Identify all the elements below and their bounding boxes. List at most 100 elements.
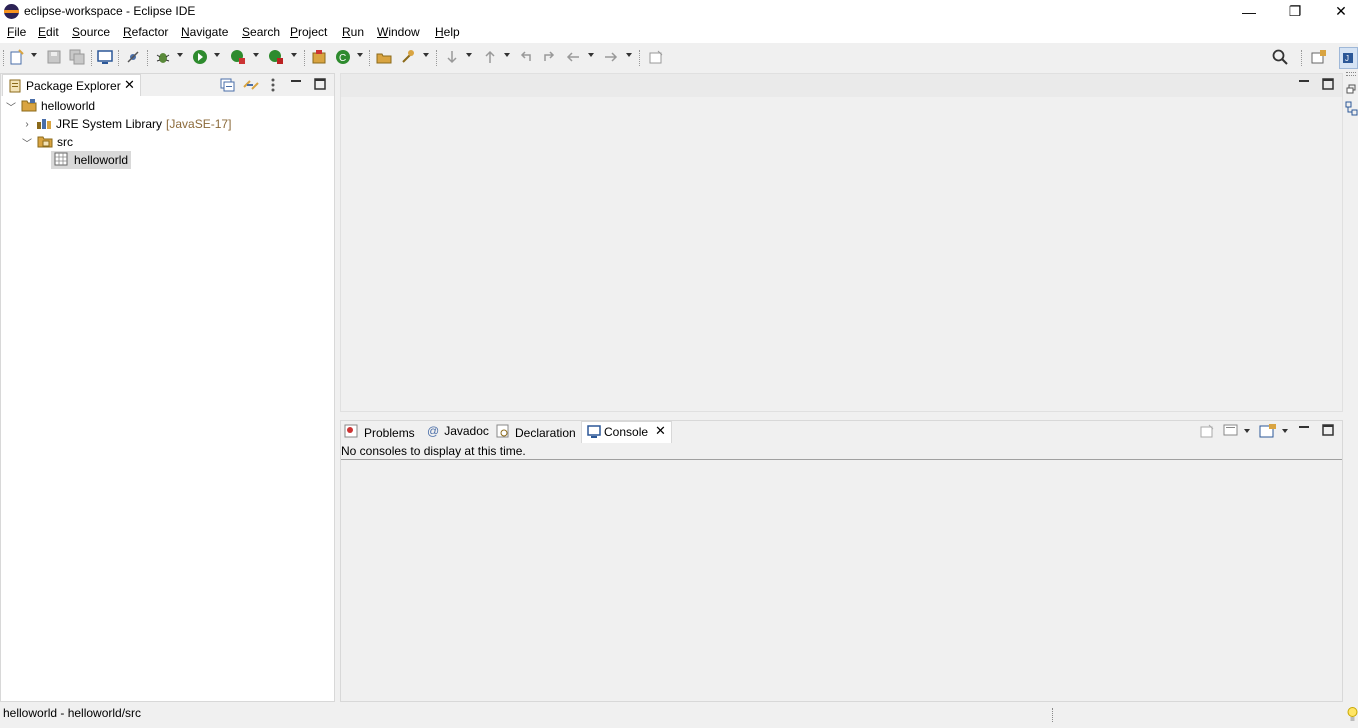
toolbar-separator [369,50,370,66]
menu-window[interactable]: Window [377,25,420,39]
menu-source[interactable]: Source [72,25,110,39]
new-java-class-icon[interactable]: C [334,48,352,66]
close-icon[interactable]: ✕ [124,77,135,93]
next-annotation-dropdown-arrow[interactable] [466,53,472,57]
console-icon [587,425,601,442]
display-selected-console-icon[interactable] [1223,423,1239,442]
menu-file[interactable]: File [7,25,26,39]
menu-edit[interactable]: Edit [38,25,59,39]
menu-project[interactable]: Project [290,25,327,39]
save-icon[interactable] [45,48,63,66]
back-icon[interactable] [564,48,582,66]
new-dropdown-arrow[interactable] [31,53,37,57]
tab-declaration[interactable]: Declaration [496,424,576,441]
menu-bar: File Edit Source Refactor Navigate Searc… [0,23,1358,43]
run-dropdown-arrow[interactable] [214,53,220,57]
collapse-all-icon[interactable] [220,77,236,96]
lightbulb-icon[interactable] [1347,706,1358,727]
restore-stack-icon[interactable] [1346,83,1356,97]
tree-item-src[interactable]: ﹀ src [21,133,73,151]
menu-refactor[interactable]: Refactor [123,25,168,39]
new-java-project-icon[interactable] [310,48,328,66]
pin-editor-icon[interactable] [647,48,665,66]
search-tool-icon[interactable] [399,48,417,66]
src-label: src [57,135,73,149]
menu-help[interactable]: Help [435,25,460,39]
open-console-dropdown-arrow[interactable] [1282,429,1288,433]
toolbar-separator [118,50,119,66]
search-icon[interactable] [1271,48,1289,66]
minimize-view-button[interactable] [1298,422,1310,437]
maximize-view-button[interactable] [314,78,326,93]
menu-search[interactable]: Search [242,25,280,39]
menu-run[interactable]: Run [342,25,364,39]
trim-grip [1346,72,1356,76]
problems-tab-label: Problems [364,425,415,440]
package-explorer-tabbar: Package Explorer ✕ [1,74,334,96]
previous-annotation-icon[interactable] [481,48,499,66]
pin-console-icon[interactable] [1199,423,1215,442]
outline-icon[interactable] [1345,101,1358,120]
toolbar-separator [436,50,437,66]
save-all-icon[interactable] [68,48,86,66]
previous-annotation-dropdown-arrow[interactable] [504,53,510,57]
close-icon[interactable]: ✕ [655,423,666,439]
search-tool-dropdown-arrow[interactable] [423,53,429,57]
close-window-button[interactable]: ✕ [1318,0,1358,23]
package-explorer-tab-label: Package Explorer [26,79,121,93]
toolbar-separator [639,50,640,66]
forward-dropdown-arrow[interactable] [626,53,632,57]
open-perspective-icon[interactable] [1310,48,1328,66]
jre-label: JRE System Library [56,117,163,131]
coverage-dropdown-arrow[interactable] [253,53,259,57]
external-tools-dropdown-arrow[interactable] [291,53,297,57]
tree-item-project[interactable]: ﹀ helloworld [5,97,95,115]
run-icon[interactable] [191,48,209,66]
minimize-editor-button[interactable] [1298,76,1310,91]
status-bar: helloworld - helloworld/src [0,703,1358,728]
chevron-right-icon[interactable]: › [21,119,33,130]
tree-item-package[interactable]: helloworld [51,151,132,169]
skip-breakpoints-icon[interactable] [124,48,142,66]
menu-navigate[interactable]: Navigate [181,25,228,39]
package-label: helloworld [74,153,129,167]
debug-icon[interactable] [154,48,172,66]
link-with-editor-icon[interactable] [242,77,260,96]
open-type-icon[interactable] [375,48,393,66]
tree-item-jre[interactable]: › JRE System Library [JavaSE-17] [21,115,231,133]
declaration-tab-label: Declaration [515,425,576,440]
tab-package-explorer[interactable]: Package Explorer ✕ [2,74,141,96]
open-console-icon[interactable] [96,48,114,66]
coverage-icon[interactable] [229,48,247,66]
chevron-down-icon[interactable]: ﹀ [5,99,17,114]
new-class-dropdown-arrow[interactable] [357,53,363,57]
tab-javadoc[interactable]: @ Javadoc [427,424,489,438]
java-perspective-icon[interactable]: J [1339,47,1358,69]
view-menu-icon[interactable] [269,77,277,96]
toolbar-separator [304,50,305,66]
back-dropdown-arrow[interactable] [588,53,594,57]
minimize-button[interactable]: — [1226,0,1272,23]
last-edit-location-icon[interactable] [517,48,535,66]
problems-icon [344,424,358,441]
minimize-view-button[interactable] [290,76,302,91]
debug-dropdown-arrow[interactable] [177,53,183,57]
chevron-down-icon[interactable]: ﹀ [21,135,33,150]
maximize-view-button[interactable] [1322,424,1334,439]
console-tab-label: Console [604,425,649,439]
forward-edit-location-icon[interactable] [540,48,558,66]
maximize-editor-button[interactable] [1322,78,1334,93]
project-label: helloworld [41,99,96,113]
tab-problems[interactable]: Problems [344,424,415,441]
open-console-icon[interactable] [1259,423,1277,442]
tab-console[interactable]: Console ✕ [581,421,672,443]
toolbar-grip [3,50,4,66]
restore-button[interactable]: ❐ [1272,0,1318,23]
status-separator [1052,708,1055,722]
forward-icon[interactable] [602,48,620,66]
display-console-dropdown-arrow[interactable] [1244,429,1250,433]
next-annotation-icon[interactable] [443,48,461,66]
new-icon[interactable] [8,48,26,66]
bottom-tabbar: Problems @ Javadoc Declaration Console ✕ [341,421,1342,443]
external-tools-icon[interactable] [267,48,285,66]
